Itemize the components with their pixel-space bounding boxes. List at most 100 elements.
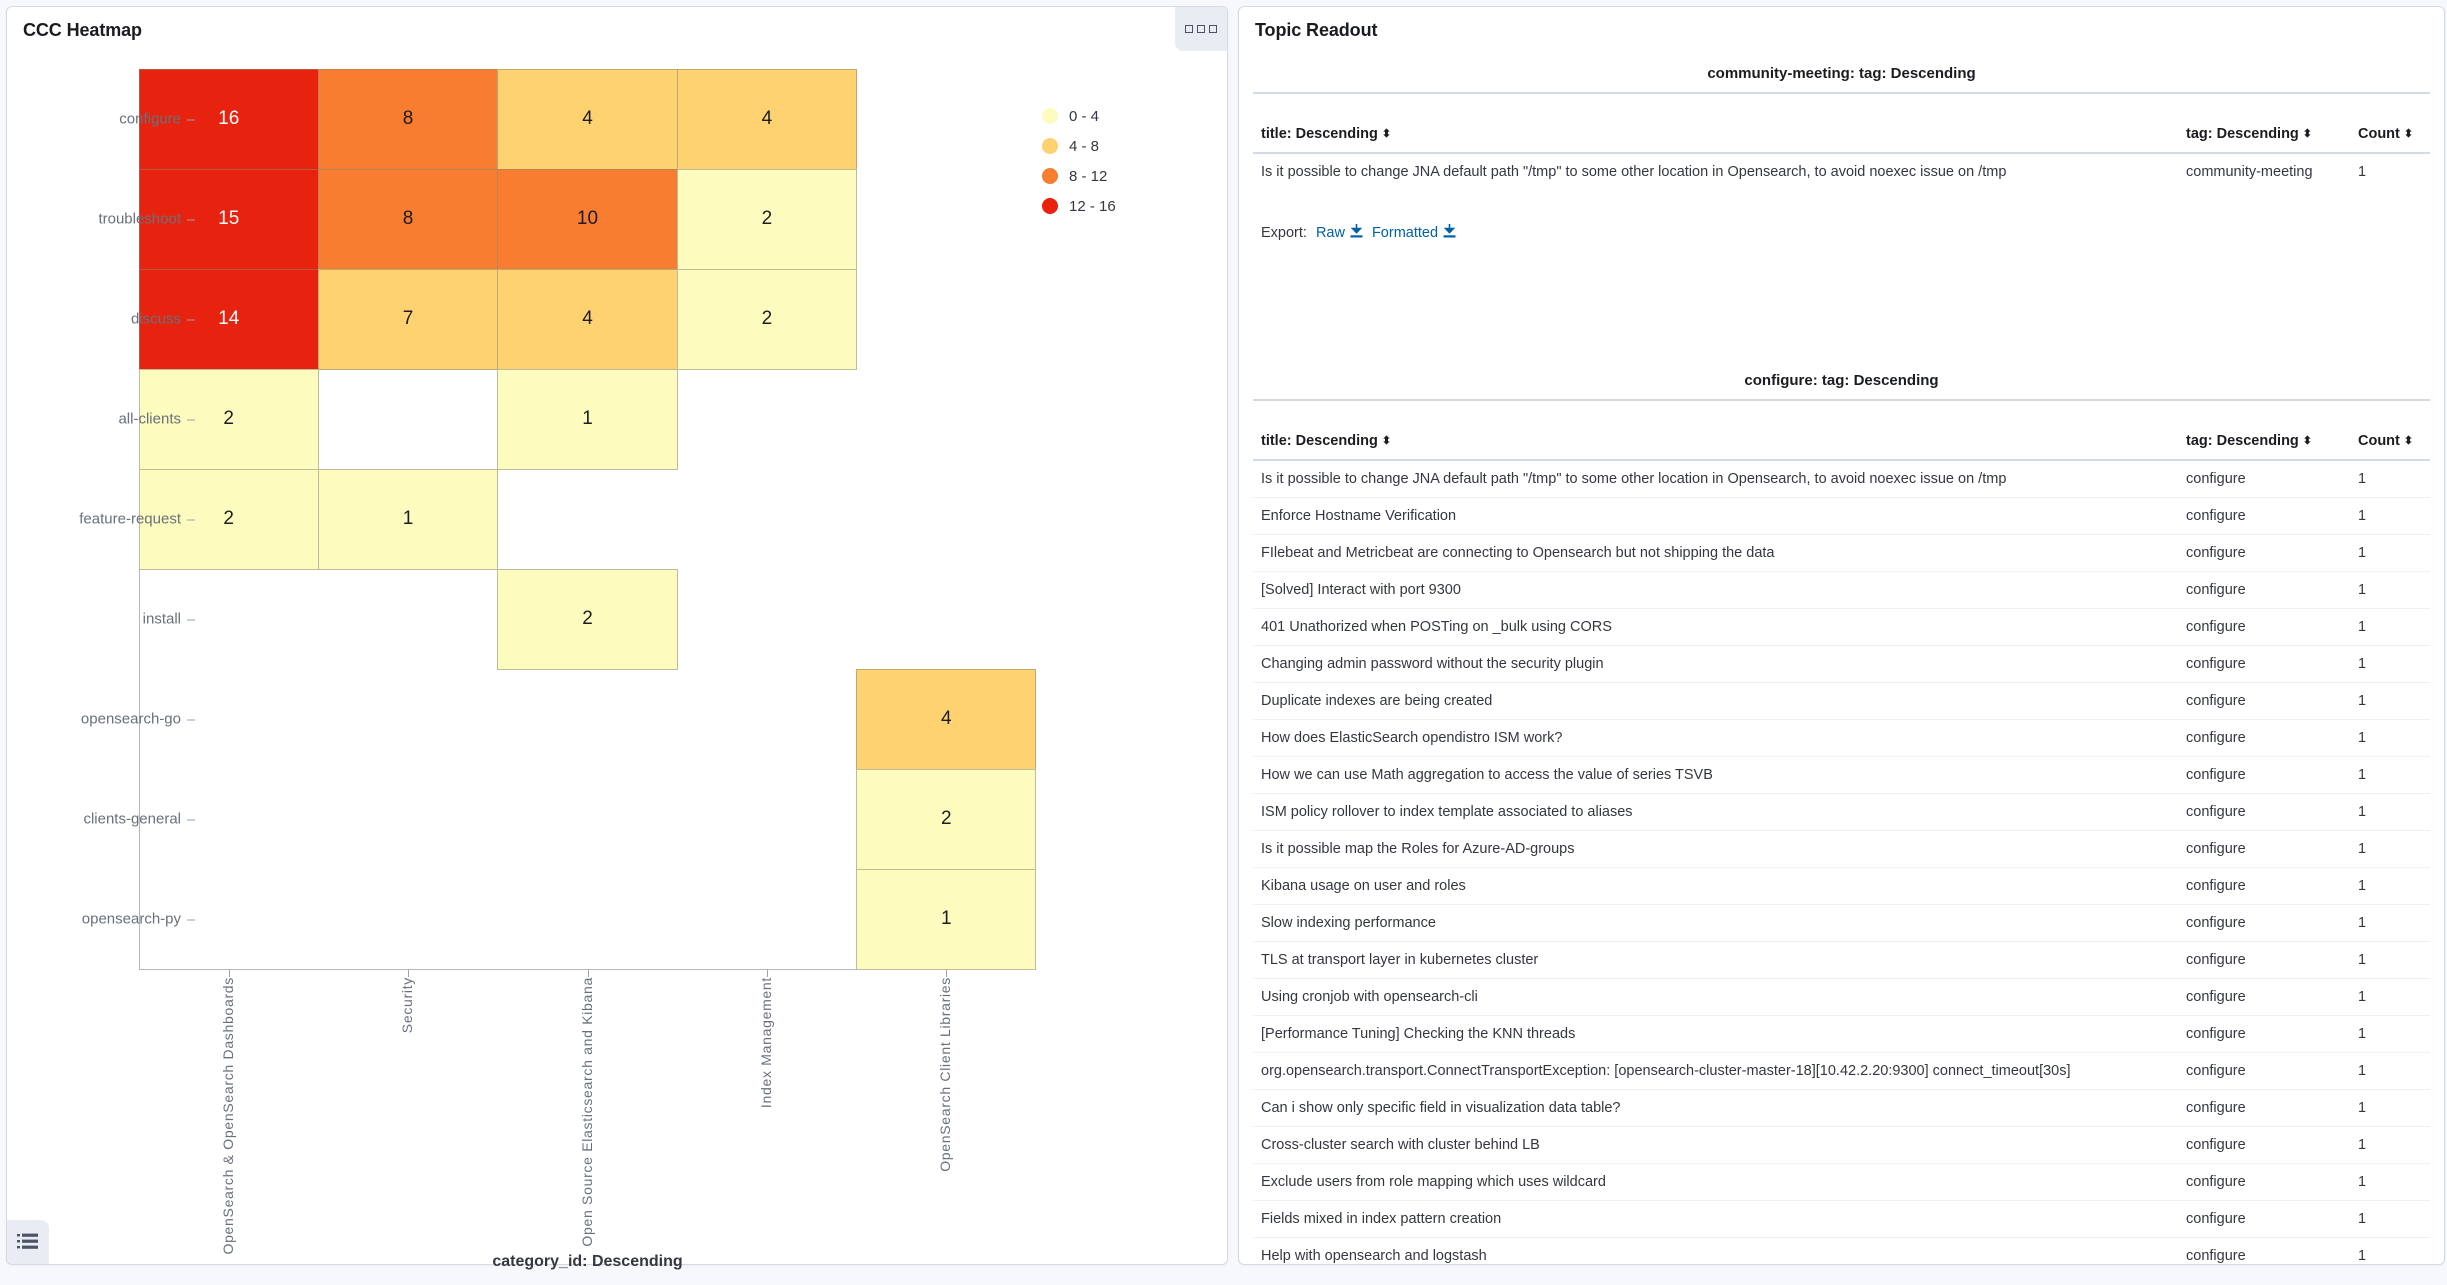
heatmap-cell[interactable]: 4 bbox=[676, 68, 858, 170]
heatmap-cell[interactable]: 2 bbox=[856, 768, 1037, 870]
heatmap-cell-empty bbox=[677, 369, 857, 470]
cell-tag: configure bbox=[2178, 1163, 2350, 1201]
x-tick-mark bbox=[946, 970, 948, 977]
heatmap-cell-empty bbox=[318, 769, 498, 870]
x-axis-tick-label: Security bbox=[399, 977, 416, 1034]
sort-arrows-icon[interactable]: ⬍ bbox=[2303, 436, 2312, 447]
readout-table: title: Descending ⬍ tag: Descending ⬍ Count ⬍… bbox=[1253, 122, 2430, 190]
cell-title: Is it possible to change JNA default pat… bbox=[1261, 164, 2007, 180]
heatmap-cell[interactable]: 1 bbox=[317, 468, 499, 570]
toggle-legend-icon[interactable] bbox=[7, 1220, 49, 1264]
sort-arrows-icon[interactable]: ⬍ bbox=[1382, 436, 1391, 447]
table-row[interactable]: ISM policy rollover to index template as… bbox=[1253, 793, 2430, 831]
cell-tag: configure bbox=[2178, 904, 2350, 942]
heatmap-cell[interactable]: 10 bbox=[497, 168, 678, 270]
cell-title: Is it possible map the Roles for Azure-A… bbox=[1253, 830, 2178, 868]
table-row[interactable]: Kibana usage on user and roles configure 1 bbox=[1253, 867, 2430, 905]
heatmap-cell[interactable]: 4 bbox=[497, 68, 678, 170]
table-row[interactable]: 401 Unathorized when POSTing on _bulk us… bbox=[1253, 608, 2430, 646]
legend-item[interactable]: 0 - 4 bbox=[1042, 101, 1116, 131]
cell-title: [Solved] Interact with port 9300 bbox=[1253, 571, 2178, 609]
sort-arrows-icon[interactable]: ⬍ bbox=[2404, 129, 2413, 140]
export-row: Export: Raw Formatted bbox=[1253, 190, 2430, 252]
heatmap-cell[interactable]: 4 bbox=[497, 268, 678, 370]
sort-arrows-icon[interactable]: ⬍ bbox=[2404, 436, 2413, 447]
legend-item[interactable]: 12 - 16 bbox=[1042, 191, 1116, 221]
column-header-tag[interactable]: tag: Descending ⬍ bbox=[2178, 429, 2350, 461]
sort-arrows-icon[interactable]: ⬍ bbox=[1382, 129, 1391, 140]
table-row[interactable]: Is it possible map the Roles for Azure-A… bbox=[1253, 830, 2430, 868]
y-tick-mark bbox=[187, 319, 195, 321]
heatmap-cell-empty bbox=[318, 669, 498, 770]
sort-arrows-icon[interactable]: ⬍ bbox=[2303, 129, 2312, 140]
table-row[interactable]: Is it possible to change JNA default pat… bbox=[1253, 460, 2430, 498]
heatmap-cell-empty bbox=[856, 369, 1036, 470]
table-row[interactable]: Is it possible to change JNA default pat… bbox=[1253, 153, 2430, 190]
table-row[interactable]: TLS at transport layer in kubernetes clu… bbox=[1253, 941, 2430, 979]
column-header-title[interactable]: title: Descending ⬍ bbox=[1253, 122, 2178, 154]
cell-count: 1 bbox=[2350, 1163, 2430, 1201]
legend-color-swatch-icon bbox=[1042, 108, 1058, 124]
heatmap-cell-empty bbox=[318, 869, 498, 970]
cell-title: Exclude users from role mapping which us… bbox=[1253, 1163, 2178, 1201]
column-header-count[interactable]: Count ⬍ bbox=[2350, 122, 2430, 154]
x-axis-tick-label: Open Source Elasticsearch and Kibana bbox=[578, 977, 595, 1247]
cell-count: 1 bbox=[2350, 608, 2430, 646]
heatmap-cell[interactable]: 1 bbox=[856, 868, 1037, 970]
heatmap-cell[interactable]: 1 bbox=[497, 368, 678, 470]
topic-readout-panel-title: Topic Readout bbox=[1255, 20, 1378, 40]
heatmap-cell-empty bbox=[497, 469, 677, 570]
table-row[interactable]: FIlebeat and Metricbeat are connecting t… bbox=[1253, 534, 2430, 572]
heatmap-cell[interactable]: 4 bbox=[856, 668, 1037, 770]
table-row[interactable]: Help with opensearch and logstash configu… bbox=[1253, 1238, 2430, 1264]
heatmap-cell[interactable]: 8 bbox=[317, 168, 499, 270]
heatmap-cell-grid: 16 8 4 4 15 8 10 2 14 7 4 2 2 1 2 1 2 4 2 1 bbox=[138, 68, 1037, 970]
column-header-count[interactable]: Count ⬍ bbox=[2350, 429, 2430, 461]
table-row[interactable]: Exclude users from role mapping which us… bbox=[1253, 1163, 2430, 1201]
y-axis-tick-label: troubleshoot bbox=[0, 211, 195, 228]
cell-title: 401 Unathorized when POSTing on _bulk us… bbox=[1253, 608, 2178, 646]
cell-tag: configure bbox=[2178, 719, 2350, 757]
table-row[interactable]: Changing admin password without the secu… bbox=[1253, 645, 2430, 683]
export-formatted-link[interactable]: Formatted bbox=[1372, 224, 1456, 242]
heatmap-cell[interactable]: 8 bbox=[317, 68, 499, 170]
readout-table: title: Descending ⬍ tag: Descending ⬍ Count ⬍… bbox=[1253, 429, 2430, 1264]
table-row[interactable]: How does ElasticSearch opendistro ISM wo… bbox=[1253, 719, 2430, 757]
export-raw-link[interactable]: Raw bbox=[1316, 224, 1363, 242]
table-row[interactable]: How we can use Math aggregation to acces… bbox=[1253, 756, 2430, 794]
heatmap-cell-empty bbox=[856, 269, 1036, 370]
readout-section-title: configure: tag: Descending bbox=[1744, 372, 1939, 389]
cell-count: 1 bbox=[2350, 904, 2430, 942]
table-row[interactable]: Using cronjob with opensearch-cli configu… bbox=[1253, 978, 2430, 1016]
heatmap-cell-empty bbox=[856, 569, 1036, 670]
cell-tag: configure bbox=[2178, 534, 2350, 572]
legend-item[interactable]: 4 - 8 bbox=[1042, 131, 1116, 161]
export-formatted-label: Formatted bbox=[1371, 225, 1439, 241]
table-row[interactable]: Can i show only specific field in visual… bbox=[1253, 1089, 2430, 1127]
panel-context-menu-icon[interactable] bbox=[1175, 7, 1227, 51]
table-row[interactable]: Slow indexing performance configure 1 bbox=[1253, 904, 2430, 942]
heatmap-cell[interactable]: 7 bbox=[317, 268, 499, 370]
heatmap-cell[interactable]: 2 bbox=[676, 268, 858, 370]
table-row[interactable]: Cross-cluster search with cluster behind… bbox=[1253, 1126, 2430, 1164]
heatmap-cell[interactable]: 2 bbox=[676, 168, 858, 270]
download-icon bbox=[1350, 224, 1363, 242]
table-row[interactable]: [Performance Tuning] Checking the KNN th… bbox=[1253, 1015, 2430, 1053]
table-row[interactable]: [Solved] Interact with port 9300 configur… bbox=[1253, 571, 2430, 609]
cell-tag: configure bbox=[2178, 608, 2350, 646]
table-row[interactable]: Fields mixed in index pattern creation co… bbox=[1253, 1200, 2430, 1238]
heatmap-chart: 16 8 4 4 15 8 10 2 14 7 4 2 2 1 2 1 2 4 2 1 configure troubl… bbox=[7, 49, 1229, 1270]
table-row[interactable]: Enforce Hostname Verification configure 1 bbox=[1253, 497, 2430, 535]
cell-title: org.opensearch.transport.ConnectTranspor… bbox=[1253, 1052, 2178, 1090]
table-row[interactable]: org.opensearch.transport.ConnectTranspor… bbox=[1253, 1052, 2430, 1090]
table-row[interactable]: Duplicate indexes are being created confi… bbox=[1253, 682, 2430, 720]
heatmap-cell[interactable]: 2 bbox=[497, 568, 678, 670]
cell-tag: configure bbox=[2178, 1200, 2350, 1238]
table-header-row: title: Descending ⬍ tag: Descending ⬍ Count ⬍ bbox=[1253, 429, 2430, 461]
legend-item[interactable]: 8 - 12 bbox=[1042, 161, 1116, 191]
column-header-tag[interactable]: tag: Descending ⬍ bbox=[2178, 122, 2350, 154]
column-header-title[interactable]: title: Descending ⬍ bbox=[1253, 429, 2178, 461]
heatmap-cell-empty bbox=[677, 469, 857, 570]
legend-item-label: 12 - 16 bbox=[1069, 197, 1116, 215]
